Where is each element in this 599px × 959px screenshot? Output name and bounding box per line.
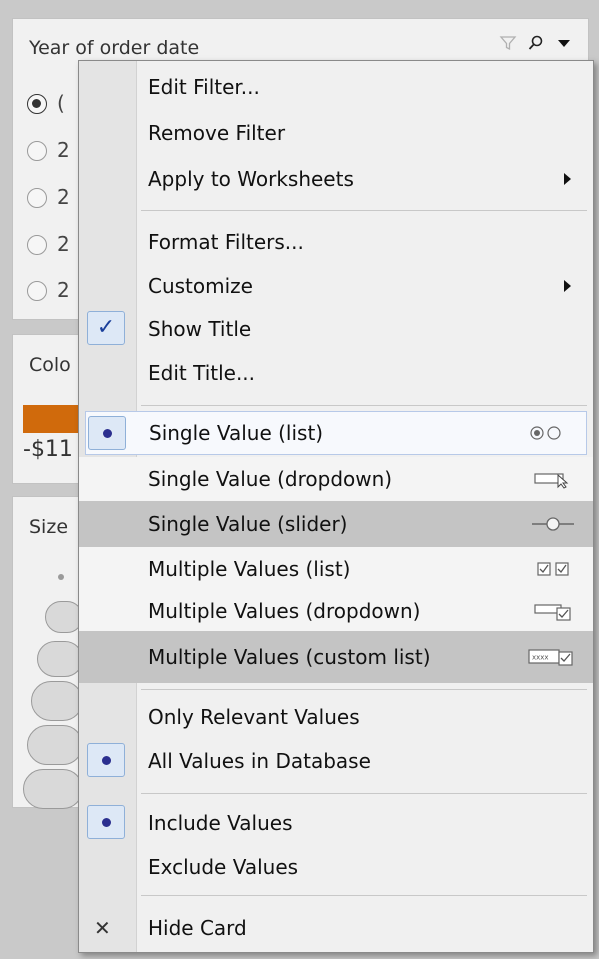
menu-label: Edit Filter... xyxy=(148,75,260,99)
submenu-arrow-icon xyxy=(564,173,571,185)
menu-label: Apply to Worksheets xyxy=(148,167,354,191)
menu-item-hide-card[interactable]: ✕ Hide Card xyxy=(79,906,593,950)
color-swatch xyxy=(23,405,83,433)
selected-bullet-icon xyxy=(87,743,125,777)
radio-label-1: ( xyxy=(57,91,65,115)
checkmark-icon: ✓ xyxy=(87,311,125,345)
size-dot xyxy=(58,574,64,580)
radio-option-5[interactable] xyxy=(27,281,47,301)
menu-item-edit-title[interactable]: Edit Title... xyxy=(79,351,593,395)
menu-item-only-relevant[interactable]: Only Relevant Values xyxy=(79,695,593,739)
menu-label: Multiple Values (dropdown) xyxy=(148,599,421,623)
menu-label: Hide Card xyxy=(148,916,247,940)
dropdown-arrow-icon[interactable] xyxy=(554,33,574,53)
slider-control-icon xyxy=(531,513,575,535)
radio-label-2: 2 xyxy=(57,138,70,162)
menu-item-multiple-values-list[interactable]: Multiple Values (list) xyxy=(79,547,593,591)
radio-option-4[interactable] xyxy=(27,235,47,255)
radio-label-4: 2 xyxy=(57,232,70,256)
menu-label: Edit Title... xyxy=(148,361,256,385)
radio-option-1[interactable] xyxy=(27,94,47,114)
menu-label: Single Value (slider) xyxy=(148,512,348,536)
menu-label: Single Value (dropdown) xyxy=(148,467,393,491)
menu-item-edit-filter[interactable]: Edit Filter... xyxy=(79,65,593,109)
menu-item-apply-worksheets[interactable]: Apply to Worksheets xyxy=(79,157,593,201)
menu-label: Format Filters... xyxy=(148,230,304,254)
menu-item-format-filters[interactable]: Format Filters... xyxy=(79,220,593,264)
size-bubble-5 xyxy=(23,769,83,809)
menu-label: Exclude Values xyxy=(148,855,299,879)
search-icon[interactable] xyxy=(526,33,546,53)
funnel-icon[interactable] xyxy=(498,33,518,53)
size-card-title: Size xyxy=(29,516,69,538)
radio-option-2[interactable] xyxy=(27,141,47,161)
menu-item-exclude-values[interactable]: Exclude Values xyxy=(79,845,593,889)
menu-item-single-value-list[interactable]: Single Value (list) xyxy=(85,411,587,455)
menu-label: Remove Filter xyxy=(148,121,286,145)
menu-item-all-values[interactable]: All Values in Database xyxy=(79,739,593,783)
menu-label: Customize xyxy=(148,274,253,298)
menu-label: All Values in Database xyxy=(148,749,371,773)
menu-label: Multiple Values (custom list) xyxy=(148,645,431,669)
size-bubble-4 xyxy=(27,725,83,765)
dropdown-control-icon xyxy=(533,468,575,490)
size-bubble-3 xyxy=(31,681,83,721)
menu-item-multiple-values-dropdown[interactable]: Multiple Values (dropdown) xyxy=(79,591,593,631)
card-header-icons xyxy=(498,33,574,53)
submenu-arrow-icon xyxy=(564,280,571,292)
custom-list-icon: xxxx xyxy=(527,646,575,668)
radio-label-3: 2 xyxy=(57,185,70,209)
menu-label: Show Title xyxy=(148,317,252,341)
dropdown-checkbox-icon xyxy=(533,600,575,622)
menu-item-show-title[interactable]: ✓ Show Title xyxy=(79,307,593,351)
menu-label: Single Value (list) xyxy=(149,421,324,445)
menu-item-multiple-values-custom-list[interactable]: Multiple Values (custom list) xxxx xyxy=(79,631,593,683)
menu-item-customize[interactable]: Customize xyxy=(79,264,593,308)
menu-item-single-value-slider[interactable]: Single Value (slider) xyxy=(79,501,593,547)
menu-label: Only Relevant Values xyxy=(148,705,360,729)
menu-item-remove-filter[interactable]: Remove Filter xyxy=(79,111,593,155)
menu-separator xyxy=(141,405,587,406)
menu-separator xyxy=(141,793,587,794)
menu-item-single-value-dropdown[interactable]: Single Value (dropdown) xyxy=(79,457,593,501)
custom-list-icon-text: xxxx xyxy=(532,654,549,662)
radio-option-3[interactable] xyxy=(27,188,47,208)
size-bubble-2 xyxy=(37,641,83,677)
checkbox-list-icon xyxy=(535,558,575,580)
menu-item-include-values[interactable]: Include Values xyxy=(79,801,593,845)
menu-label: Include Values xyxy=(148,811,293,835)
menu-separator xyxy=(141,689,587,690)
close-icon: ✕ xyxy=(94,916,111,940)
radio-label-5: 2 xyxy=(57,278,70,302)
filter-context-menu: Edit Filter... Remove Filter Apply to Wo… xyxy=(78,60,594,953)
radio-list-icon xyxy=(528,422,568,444)
selected-bullet-icon xyxy=(87,805,125,839)
color-min-value: -$11 xyxy=(23,437,73,462)
menu-separator xyxy=(141,210,587,211)
filter-card-title: Year of order date xyxy=(29,37,200,59)
selected-bullet-icon xyxy=(88,416,126,450)
color-card-title: Colo xyxy=(29,354,71,376)
menu-label: Multiple Values (list) xyxy=(148,557,351,581)
menu-separator xyxy=(141,895,587,896)
